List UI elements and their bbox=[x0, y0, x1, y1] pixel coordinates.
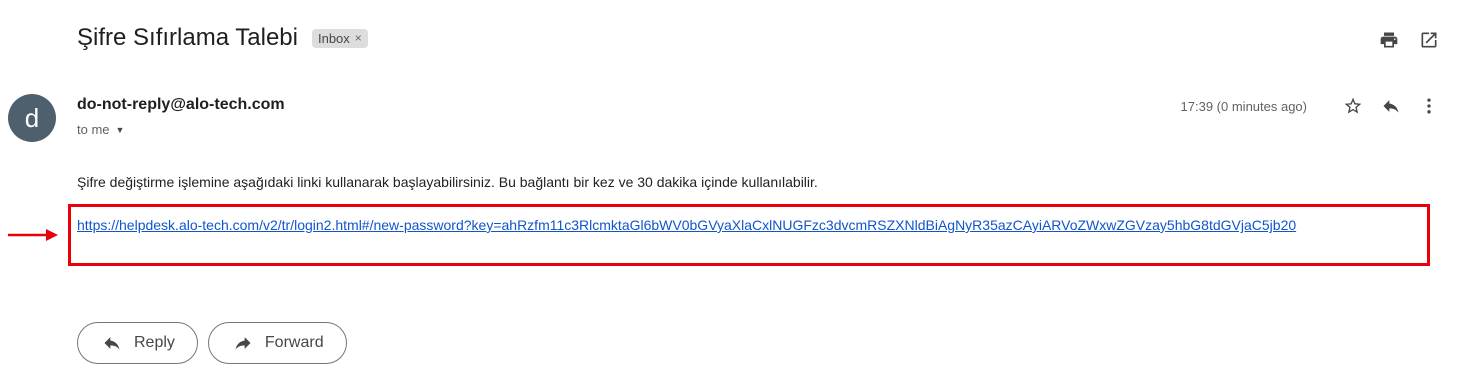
recipients-text: to me bbox=[77, 122, 110, 137]
chevron-down-icon: ▼ bbox=[115, 124, 125, 135]
sender-address[interactable]: do-not-reply@alo-tech.com bbox=[77, 96, 285, 114]
message-actions: Reply Forward bbox=[77, 322, 347, 364]
inbox-label-text: Inbox bbox=[317, 30, 350, 46]
red-arrow-annotation bbox=[8, 229, 58, 241]
more-vert-icon[interactable] bbox=[1417, 94, 1441, 118]
subject-row: Şifre Sıfırlama Talebi Inbox × bbox=[77, 24, 368, 52]
star-icon[interactable] bbox=[1341, 94, 1365, 118]
reply-icon[interactable] bbox=[1379, 94, 1403, 118]
remove-label-button[interactable]: × bbox=[355, 31, 362, 45]
forward-button[interactable]: Forward bbox=[207, 322, 347, 364]
reply-icon bbox=[104, 337, 120, 350]
recipients-toggle[interactable]: to me ▼ bbox=[77, 122, 124, 137]
email-subject: Şifre Sıfırlama Talebi bbox=[77, 24, 298, 51]
message-body-text: Şifre değiştirme işlemine aşağıdaki link… bbox=[77, 174, 818, 190]
message-time: 17:39 (0 minutes ago) bbox=[1180, 98, 1307, 114]
inbox-label-chip[interactable]: Inbox × bbox=[311, 28, 368, 48]
password-reset-link[interactable]: https://helpdesk.alo-tech.com/v2/tr/logi… bbox=[77, 214, 1427, 236]
open-in-new-window-icon[interactable] bbox=[1417, 28, 1441, 52]
print-icon[interactable] bbox=[1377, 28, 1401, 52]
thread-toolbar bbox=[1377, 28, 1441, 52]
reply-button-label: Reply bbox=[134, 334, 175, 351]
sender-avatar[interactable]: d bbox=[8, 94, 56, 142]
message-meta: 17:39 (0 minutes ago) bbox=[1181, 94, 1441, 118]
reply-button[interactable]: Reply bbox=[77, 322, 198, 364]
forward-icon bbox=[235, 337, 251, 350]
forward-button-label: Forward bbox=[264, 334, 324, 351]
